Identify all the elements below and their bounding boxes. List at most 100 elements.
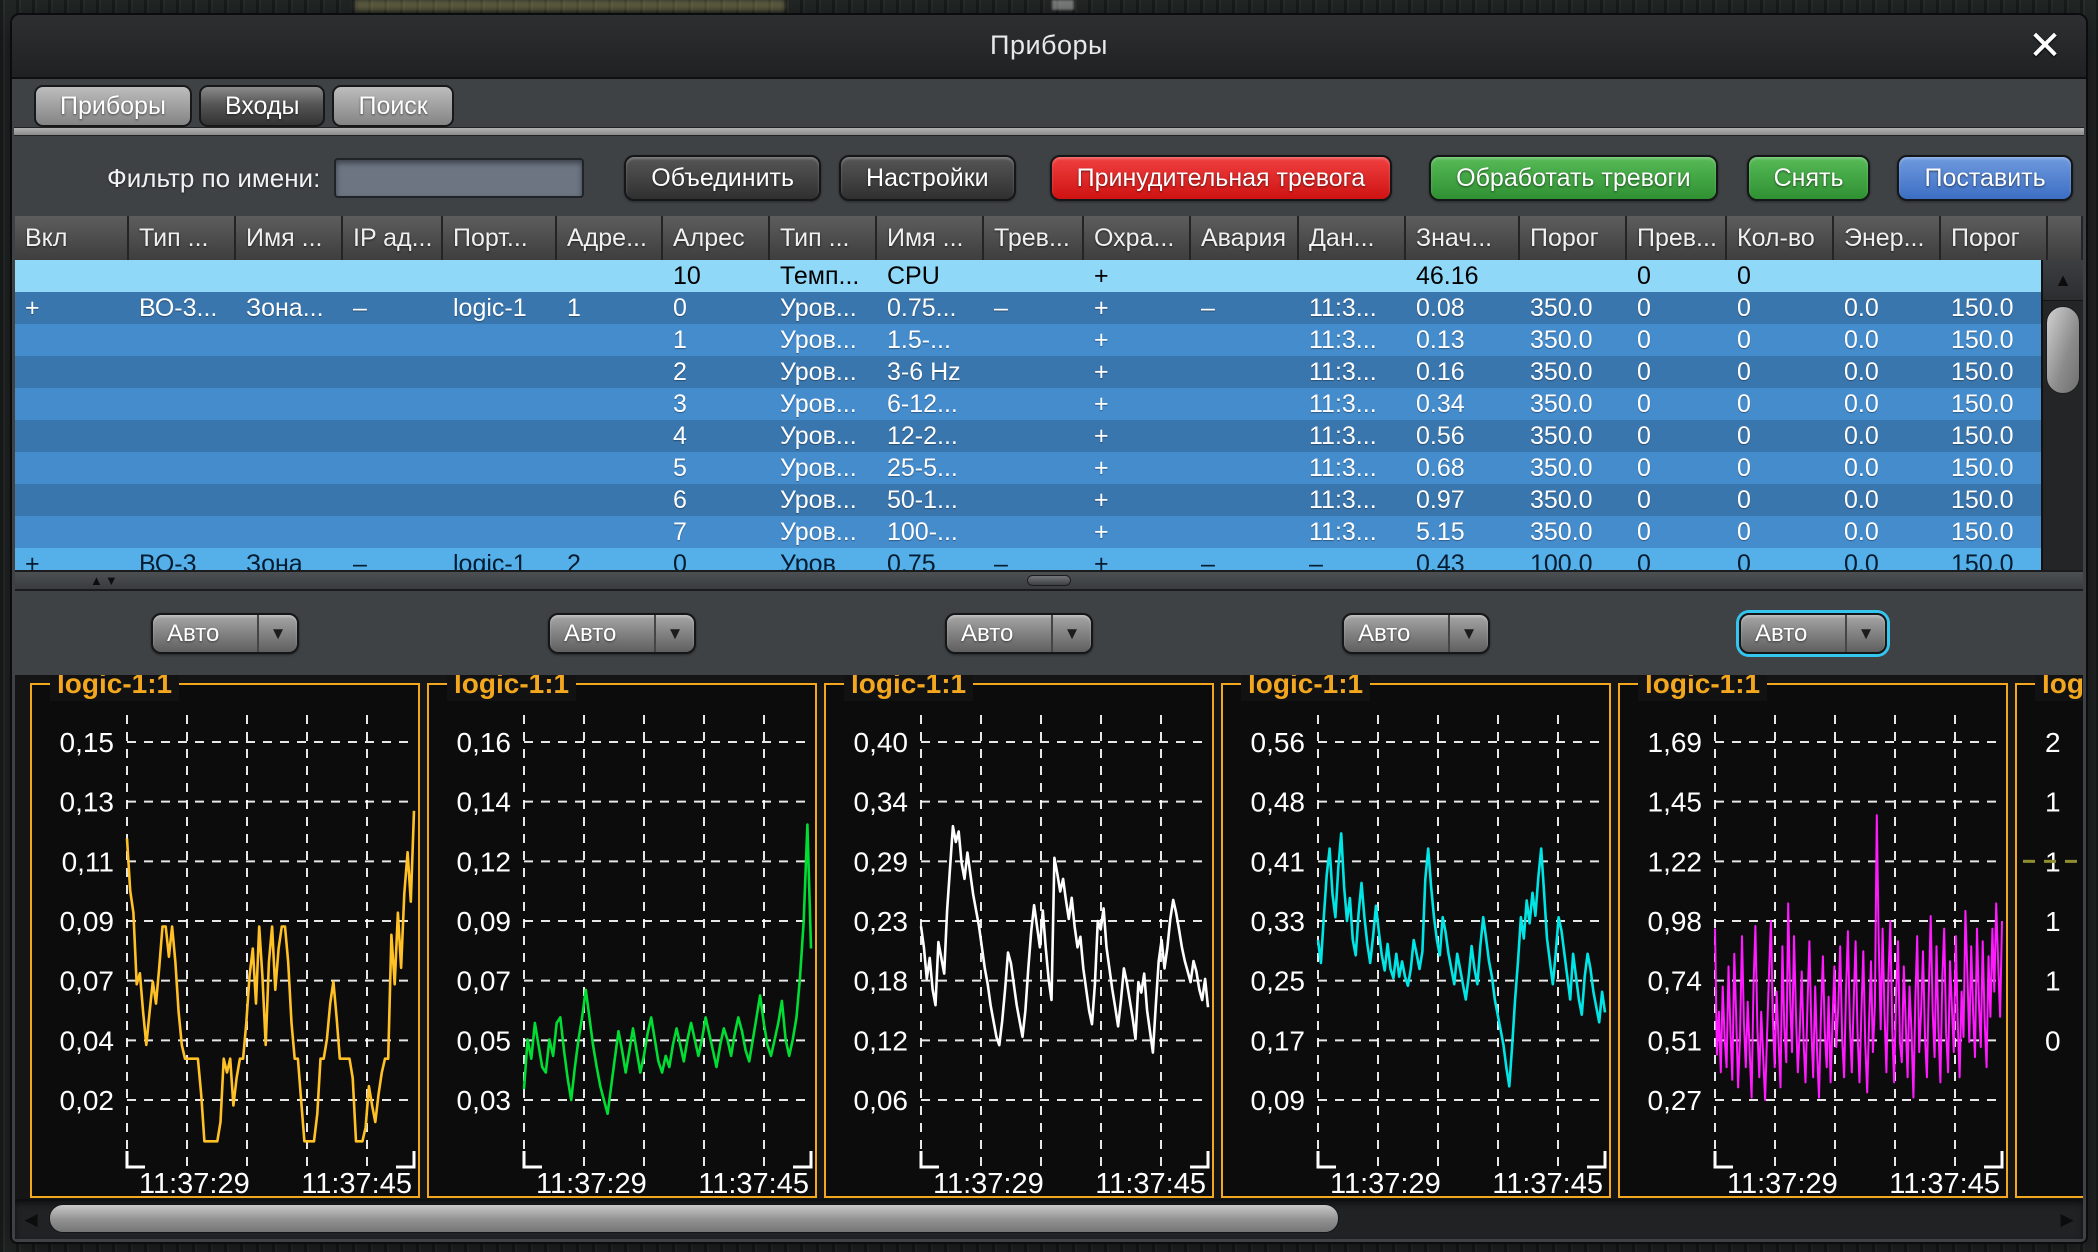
tab-separator	[14, 127, 2084, 136]
svg-text:0,18: 0,18	[854, 966, 909, 997]
scroll-right-button[interactable]: ▶	[2051, 1201, 2083, 1239]
svg-text:0,29: 0,29	[854, 846, 909, 877]
table-cell	[15, 484, 129, 516]
table-cell	[557, 388, 663, 420]
table-cell	[1191, 516, 1299, 548]
splitter-grip[interactable]	[1027, 575, 1071, 586]
close-button[interactable]: ✕	[2020, 21, 2070, 71]
svg-text:0,11: 0,11	[62, 846, 114, 877]
force-alarm-button[interactable]: Принудительная тревога	[1050, 155, 1393, 201]
horizontal-scrollbar-thumb[interactable]	[49, 1204, 1339, 1233]
table-row[interactable]: 4Уров...12-2...+11:3...0.56350.0000.0150…	[15, 420, 2041, 452]
table-cell: 0.0	[1834, 516, 1941, 548]
column-header[interactable]: Дан...	[1299, 216, 1406, 260]
column-header[interactable]: Охра...	[1084, 216, 1191, 260]
column-header[interactable]: Энер...	[1834, 216, 1941, 260]
svg-text:11:37:45: 11:37:45	[698, 1168, 809, 1200]
table-cell: Уров...	[770, 484, 877, 516]
table-row[interactable]: 10Темп...CPU+46.1600	[15, 260, 2041, 292]
column-header[interactable]: Алрес	[663, 216, 770, 260]
set-button[interactable]: Поставить	[1897, 155, 2072, 201]
svg-text:0,07: 0,07	[457, 966, 512, 997]
table-vertical-scrollbar[interactable]: ▲	[2041, 260, 2083, 570]
process-alarms-button[interactable]: Обработать тревоги	[1429, 155, 1717, 201]
column-header[interactable]: Знач...	[1406, 216, 1520, 260]
chart-scale-combo-2[interactable]: Авто▼	[548, 613, 696, 654]
table-cell: +	[1084, 516, 1191, 548]
table-cell	[236, 260, 343, 292]
column-header[interactable]: Тип ...	[129, 216, 236, 260]
scroll-left-button[interactable]: ◀	[15, 1201, 47, 1239]
vertical-scrollbar-thumb[interactable]	[2046, 306, 2080, 394]
column-header[interactable]: Авария	[1191, 216, 1299, 260]
scroll-up-button[interactable]: ▲	[2043, 260, 2083, 301]
table-cell	[557, 260, 663, 292]
chevron-down-icon: ▼	[1845, 615, 1885, 652]
table-cell	[129, 388, 236, 420]
svg-text:11:37:45: 11:37:45	[1889, 1168, 2000, 1200]
column-header[interactable]: Порог	[1941, 216, 2048, 260]
table-cell: 0.16	[1406, 356, 1520, 388]
table-row[interactable]: 7Уров...100-...+11:3...5.15350.0000.0150…	[15, 516, 2041, 548]
table-cell: 0	[1627, 388, 1727, 420]
table-cell: 0	[663, 292, 770, 324]
table-cell	[1834, 260, 1941, 292]
svg-text:0,12: 0,12	[854, 1025, 909, 1056]
splitter-arrows-icon[interactable]: ▲▼	[90, 573, 120, 588]
chart-panel-2: logic-1:10,160,140,120,090,070,050,0311:…	[427, 683, 817, 1198]
column-header[interactable]: Порт...	[443, 216, 557, 260]
merge-button[interactable]: Объединить	[624, 155, 821, 201]
table-cell	[343, 452, 443, 484]
tab-devices[interactable]: Приборы	[34, 85, 192, 127]
chart-scale-combo-5[interactable]: Авто▼	[1739, 613, 1887, 654]
filter-input[interactable]	[334, 158, 584, 198]
chart-scale-combo-row: Авто▼ Авто▼ Авто▼ Авто▼ Авто▼	[12, 591, 2086, 675]
column-header[interactable]: IP ад...	[343, 216, 443, 260]
table-cell: 350.0	[1520, 356, 1627, 388]
table-cell	[984, 260, 1084, 292]
table-row[interactable]: 3Уров...6-12...+11:3...0.34350.0000.0150…	[15, 388, 2041, 420]
column-header[interactable]: Тип ...	[770, 216, 877, 260]
charts-area: logic-1:10,150,130,110,090,070,040,0211:…	[15, 675, 2083, 1205]
table-row[interactable]: +ВО-3...Зона...–logic-110Уров...0.75...–…	[15, 292, 2041, 324]
svg-text:0,07: 0,07	[60, 966, 115, 997]
table-cell	[129, 484, 236, 516]
table-cell: 5.15	[1406, 516, 1520, 548]
devices-dialog: Приборы ✕ ПриборыВходыПоиск Фильтр по им…	[10, 13, 2088, 1244]
column-header[interactable]: Имя ...	[236, 216, 343, 260]
column-header[interactable]: Имя ...	[877, 216, 984, 260]
tab-inputs[interactable]: Входы	[199, 85, 326, 127]
table-cell	[236, 452, 343, 484]
table-cell	[343, 260, 443, 292]
chart-scale-combo-4[interactable]: Авто▼	[1342, 613, 1490, 654]
chart-scale-combo-1[interactable]: Авто▼	[151, 613, 299, 654]
table-cell: logic-1	[443, 292, 557, 324]
unset-button[interactable]: Снять	[1747, 155, 1871, 201]
table-row[interactable]: 5Уров...25-5...+11:3...0.68350.0000.0150…	[15, 452, 2041, 484]
chevron-down-icon: ▼	[1448, 615, 1488, 652]
tab-search[interactable]: Поиск	[332, 85, 453, 127]
settings-button[interactable]: Настройки	[839, 155, 1016, 201]
column-header[interactable]: Адре...	[557, 216, 663, 260]
svg-text:1,45: 1,45	[1648, 787, 1703, 818]
table-cell	[343, 420, 443, 452]
column-header[interactable]: Порог	[1520, 216, 1627, 260]
table-cell	[443, 356, 557, 388]
column-header[interactable]: Трев...	[984, 216, 1084, 260]
table-cell: 0.56	[1406, 420, 1520, 452]
splitter[interactable]: ▲▼	[15, 570, 2083, 591]
table-cell: 0.0	[1834, 356, 1941, 388]
table-row[interactable]: 1Уров...1.5-...+11:3...0.13350.0000.0150…	[15, 324, 2041, 356]
table-cell	[557, 356, 663, 388]
table-row[interactable]: +ВО-3Зона–logic-120Уров0.75–+––0.43100.0…	[15, 548, 2041, 570]
charts-horizontal-scrollbar[interactable]: ◀ ▶	[15, 1199, 2083, 1239]
chart-scale-combo-3[interactable]: Авто▼	[945, 613, 1093, 654]
chevron-down-icon: ▼	[1051, 615, 1091, 652]
column-header[interactable]: Вкл	[15, 216, 129, 260]
svg-text:0,56: 0,56	[1251, 727, 1306, 758]
table-row[interactable]: 2Уров...3-6 Hz+11:3...0.16350.0000.0150.…	[15, 356, 2041, 388]
table-row[interactable]: 6Уров...50-1...+11:3...0.97350.0000.0150…	[15, 484, 2041, 516]
table-cell: 11:3...	[1299, 292, 1406, 324]
column-header[interactable]: Прев...	[1627, 216, 1727, 260]
column-header[interactable]: Кол-во	[1727, 216, 1834, 260]
